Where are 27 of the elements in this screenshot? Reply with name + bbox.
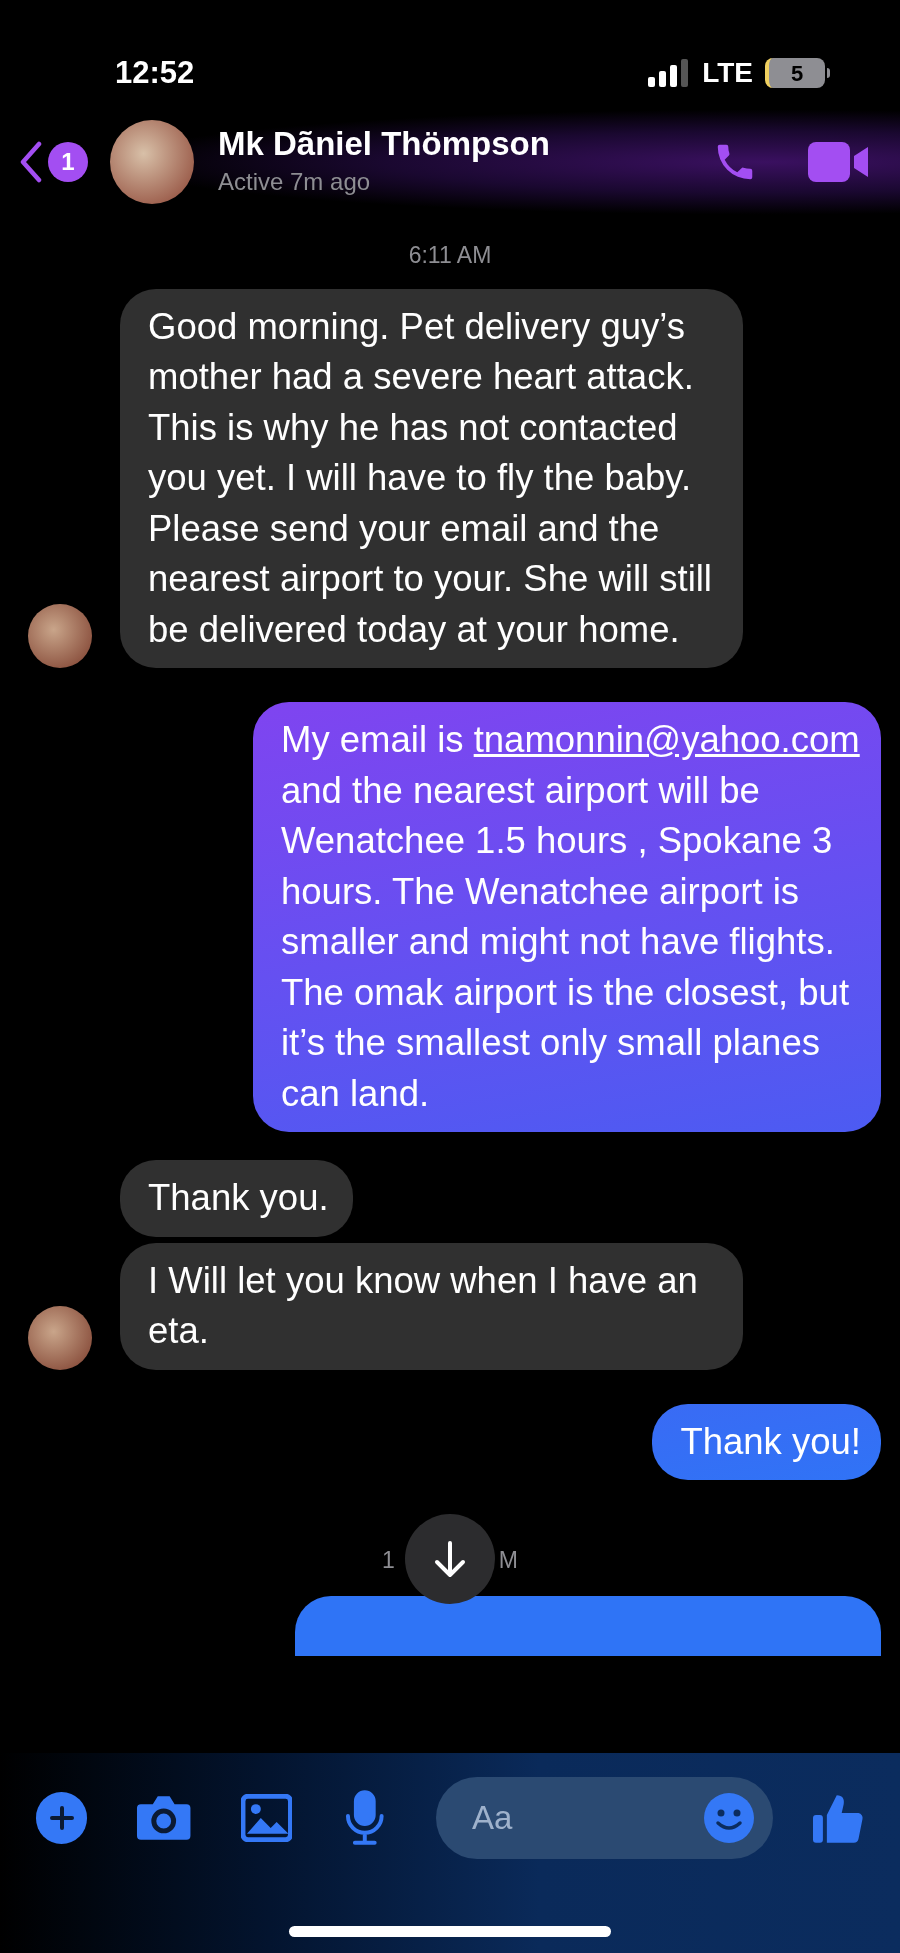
contact-name[interactable]: Mk Dãniel Thömpson (218, 124, 712, 164)
image-icon[interactable] (240, 1794, 293, 1842)
presence-status: Active 7m ago (218, 167, 372, 197)
received-message: I Will let you know when I have an eta. (120, 1242, 743, 1370)
signal-icon (648, 59, 691, 87)
add-button[interactable] (36, 1792, 88, 1844)
sent-message: Thank you! (652, 1403, 881, 1480)
email-link[interactable]: tnamonnin@yahoo.com (473, 719, 860, 760)
network-label: LTE (702, 56, 753, 90)
back-chevron-icon (20, 141, 42, 183)
microphone-icon[interactable] (344, 1790, 386, 1846)
status-time: 12:52 (115, 53, 195, 92)
emoji-icon[interactable] (702, 1792, 755, 1844)
back-button[interactable]: 1 (20, 141, 88, 183)
message-input-field[interactable]: Aa (435, 1777, 773, 1859)
timestamp-fragment: 1 (382, 1545, 395, 1575)
message-timestamp: 6:11 AM (408, 241, 492, 270)
arrow-down-icon (433, 1540, 467, 1578)
sent-message: My email is tnamonnin@yahoo.com and the nearest airport will be Wenatchee 1.5 hours , Spokane 3 hours. The Wenatchee airport is smaller and might not have flights. The omak airport is the closest, but it’s the smallest only small planes can land. (253, 702, 881, 1132)
received-message: Good morning. Pet delivery guy’s mother had a severe heart attack. This is why he has not contacted you yet. I will have to fly the baby. Please send your email and the nearest airport to your. She will still be delivered today at your home. (120, 288, 743, 668)
unread-badge: 1 (48, 142, 88, 182)
received-message: Thank you. (120, 1160, 353, 1237)
camera-icon[interactable] (135, 1794, 193, 1842)
timestamp-fragment: M (498, 1545, 518, 1575)
video-camera-icon (808, 140, 870, 184)
video-call-button[interactable] (808, 140, 870, 184)
plus-icon (48, 1805, 75, 1831)
